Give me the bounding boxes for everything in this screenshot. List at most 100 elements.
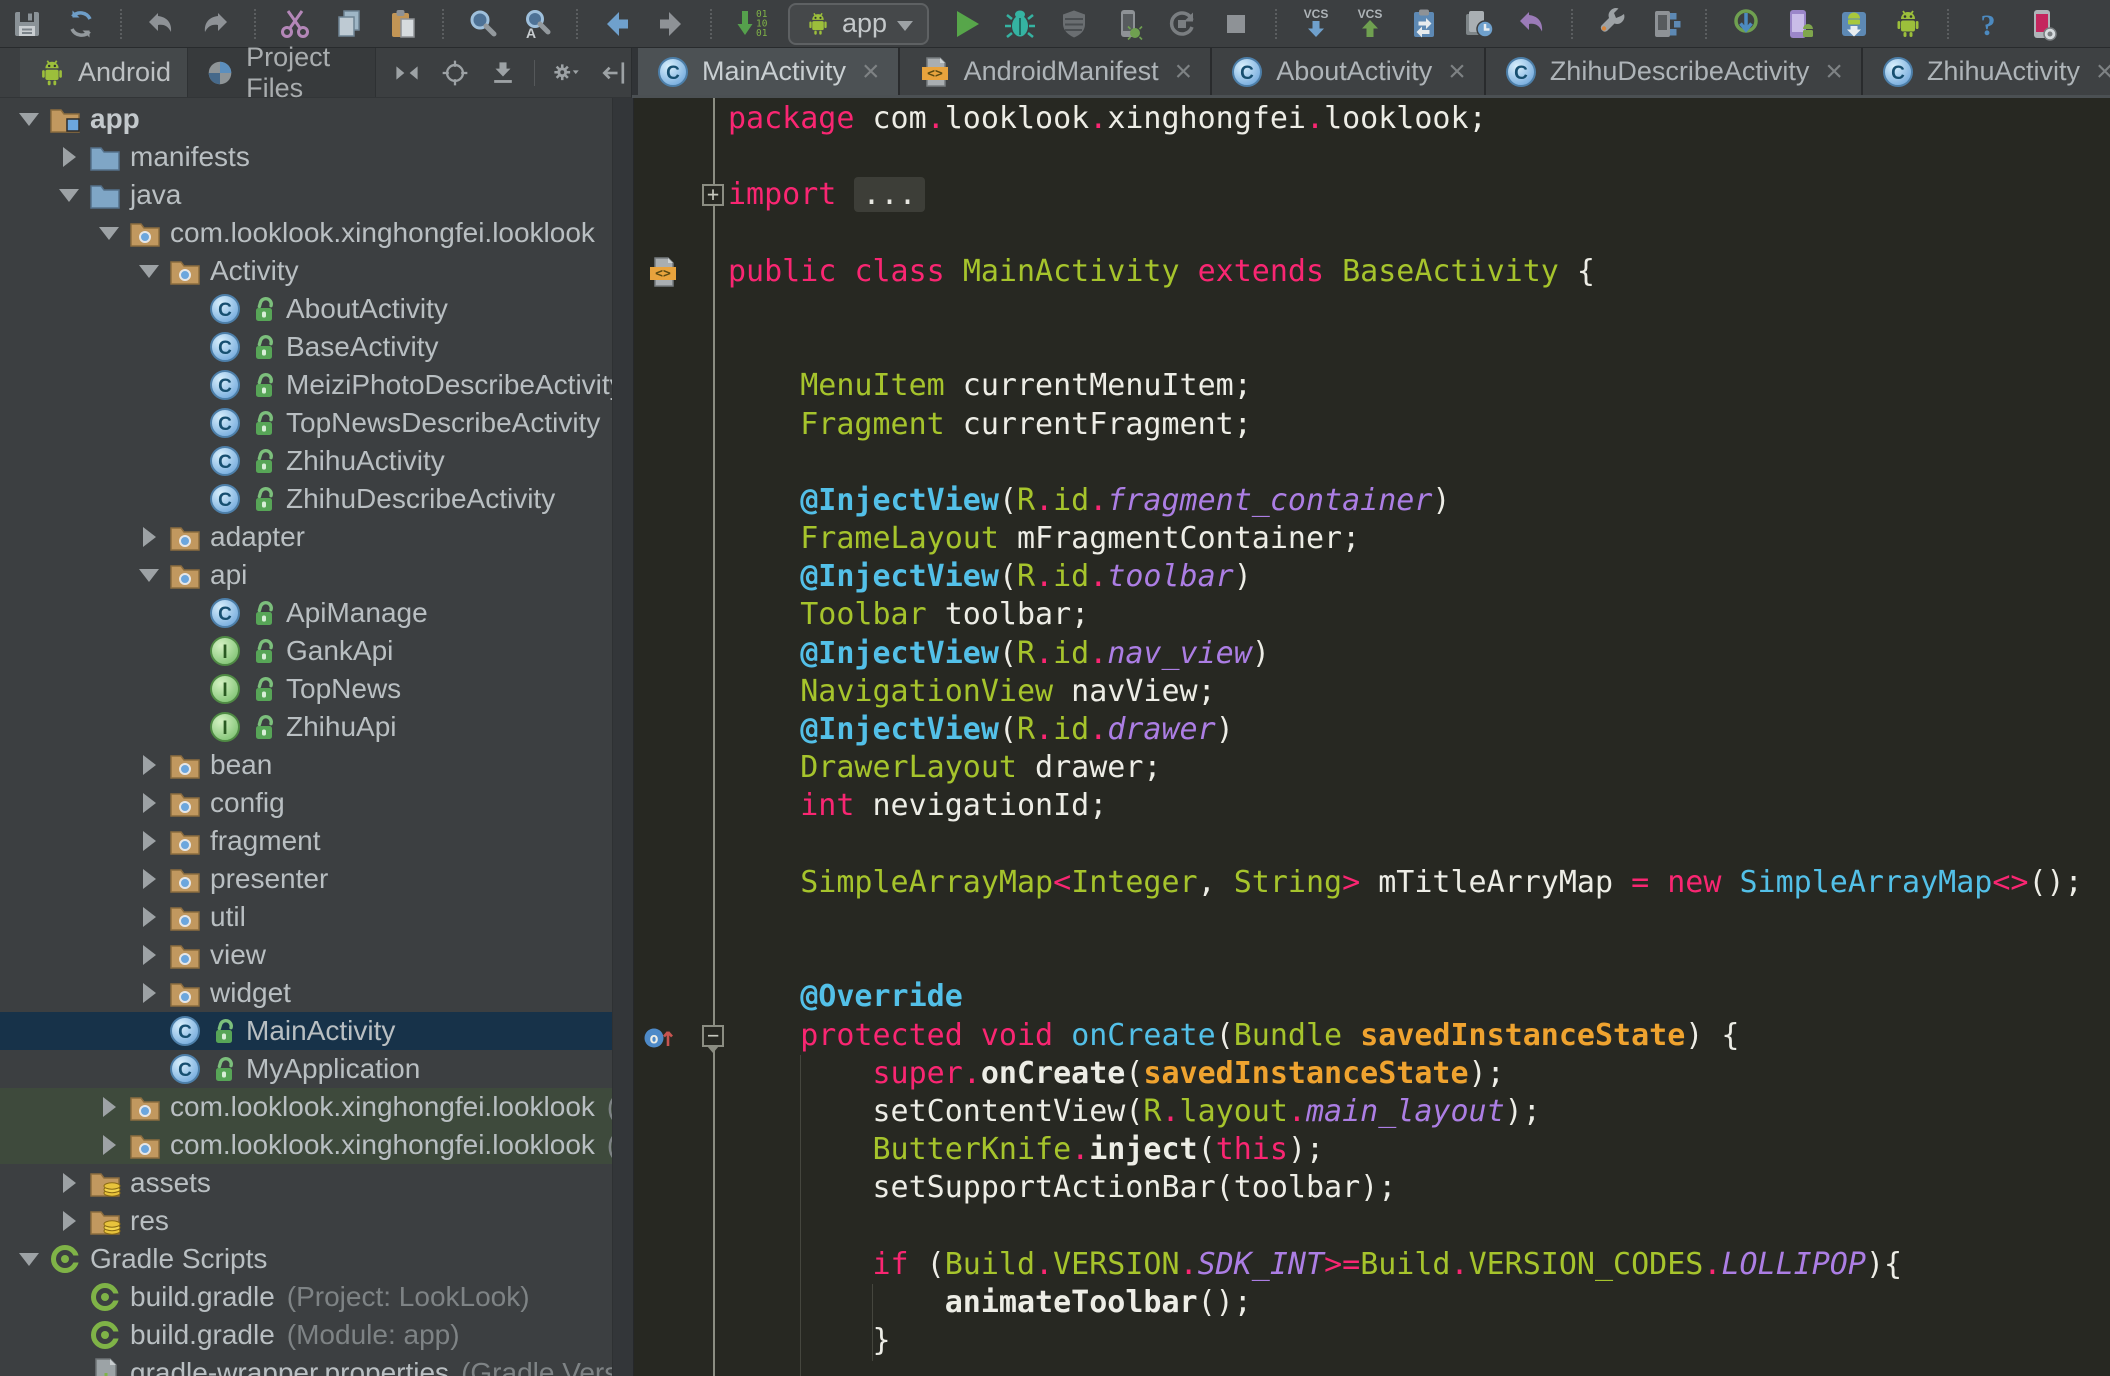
code-line[interactable]: int nevigationId; — [634, 787, 2110, 825]
debug-icon[interactable] — [1003, 7, 1037, 41]
tree-item-GankApi[interactable]: I GankApi — [0, 632, 612, 670]
tree-item-api[interactable]: api — [0, 556, 612, 594]
code-line[interactable]: FrameLayout mFragmentContainer; — [634, 520, 2110, 558]
code-line[interactable]: @InjectView(R.id.drawer) — [634, 711, 2110, 749]
code-line[interactable]: @InjectView(R.id.toolbar) — [634, 558, 2110, 596]
fold-collapse-icon[interactable]: − — [702, 1024, 724, 1053]
code-line[interactable]: Toolbar toolbar; — [634, 596, 2110, 634]
settings-gear-icon[interactable] — [549, 56, 583, 90]
code-line[interactable]: setSupportActionBar(toolbar); — [634, 1169, 2110, 1207]
code-line[interactable]: Fragment currentFragment; — [634, 406, 2110, 444]
code-line[interactable] — [634, 444, 2110, 482]
tree-item-Gradle-Scripts[interactable]: Gradle Scripts — [0, 1240, 612, 1278]
tree-expand-right-icon[interactable] — [130, 983, 168, 1003]
tree-item-com.looklook.xinghongfei.looklook[interactable]: com.looklook.xinghongfei.looklook — [0, 214, 612, 252]
code-line[interactable] — [634, 215, 2110, 253]
code-area[interactable]: package com.looklook.xinghongfei.lookloo… — [634, 98, 2110, 1360]
help-icon[interactable]: ? — [1971, 7, 2005, 41]
code-line[interactable]: NavigationView navView; — [634, 673, 2110, 711]
sdk-manager-icon[interactable] — [1837, 7, 1871, 41]
code-line[interactable]: MenuItem currentMenuItem; — [634, 367, 2110, 405]
undo-icon[interactable] — [144, 7, 178, 41]
code-line[interactable]: public class MainActivity extends BaseAc… — [634, 253, 2110, 291]
code-line[interactable] — [634, 902, 2110, 940]
code-line[interactable]: @InjectView(R.id.nav_view) — [634, 635, 2110, 673]
fold-expand-icon[interactable]: + — [702, 184, 724, 207]
code-line[interactable]: animateToolbar(); — [634, 1284, 2110, 1322]
tree-expand-down-icon[interactable] — [10, 112, 48, 126]
tree-item-BaseActivity[interactable]: C BaseActivity — [0, 328, 612, 366]
code-line[interactable]: setContentView(R.layout.main_layout); — [634, 1093, 2110, 1131]
tree-item-MyApplication[interactable]: C MyApplication — [0, 1050, 612, 1088]
tree-item-presenter[interactable]: presenter — [0, 860, 612, 898]
tree-item-ZhihuApi[interactable]: I ZhihuApi — [0, 708, 612, 746]
tree-item-TopNews[interactable]: I TopNews — [0, 670, 612, 708]
revert-icon[interactable] — [1515, 7, 1549, 41]
run-configuration-select[interactable]: app — [788, 2, 930, 45]
code-line[interactable] — [634, 329, 2110, 367]
back-icon[interactable] — [600, 7, 634, 41]
tree-expand-down-icon[interactable] — [50, 188, 88, 202]
close-icon[interactable]: × — [1175, 56, 1193, 87]
code-line[interactable]: SimpleArrayMap<Integer, String> mTitleAr… — [634, 864, 2110, 902]
tree-item-Activity[interactable]: Activity — [0, 252, 612, 290]
save-icon[interactable] — [10, 7, 44, 41]
vcs-commit-icon[interactable]: VCS — [1353, 7, 1387, 41]
tree-expand-right-icon[interactable] — [130, 831, 168, 851]
code-line[interactable]: ButterKnife.inject(this); — [634, 1131, 2110, 1169]
tree-item-config[interactable]: config — [0, 784, 612, 822]
tree-expand-right-icon[interactable] — [130, 945, 168, 965]
collapse-all-icon[interactable] — [486, 56, 520, 90]
replace-icon[interactable]: A — [520, 7, 554, 41]
tree-expand-right-icon[interactable] — [90, 1097, 128, 1117]
tree-item-com.looklook.xinghongfei.looklook[interactable]: com.looklook.xinghongfei.looklook(test) — [0, 1126, 612, 1164]
tree-item-fragment[interactable]: fragment — [0, 822, 612, 860]
tree-expand-down-icon[interactable] — [130, 264, 168, 278]
code-line[interactable]: DrawerLayout drawer; — [634, 749, 2110, 787]
make-project-icon[interactable]: 01 10 01 — [734, 7, 768, 41]
settings-wrench-icon[interactable] — [1595, 7, 1629, 41]
editor-tab-AndroidManifest[interactable]: <> AndroidManifest × — [899, 48, 1213, 95]
vcs-update-icon[interactable]: VCS — [1299, 7, 1333, 41]
cut-icon[interactable] — [278, 7, 312, 41]
code-line[interactable]: @InjectView(R.id.fragment_container) — [634, 482, 2110, 520]
run-icon[interactable] — [949, 7, 983, 41]
code-line[interactable]: if (Build.VERSION.SDK_INT>=Build.VERSION… — [634, 1246, 2110, 1284]
tree-item-build.gradle[interactable]: build.gradle (Module: app) — [0, 1316, 612, 1354]
code-line[interactable] — [634, 1207, 2110, 1245]
tree-item-adapter[interactable]: adapter — [0, 518, 612, 556]
attach-debugger-icon[interactable] — [1111, 7, 1145, 41]
project-view-tab-android[interactable]: Android — [20, 48, 188, 97]
project-view-tab-project-files[interactable]: Project Files — [187, 42, 376, 103]
editor-tab-MainActivity[interactable]: C MainActivity × — [638, 48, 900, 95]
sync-icon[interactable] — [64, 7, 98, 41]
code-line[interactable]: package com.looklook.xinghongfei.lookloo… — [634, 100, 2110, 138]
project-structure-icon[interactable] — [1649, 7, 1683, 41]
tree-item-view[interactable]: view — [0, 936, 612, 974]
code-line[interactable]: @Override — [634, 978, 2110, 1016]
project-tree[interactable]: app manifests java com.looklook.xinghongfei… — [0, 98, 612, 1376]
code-line[interactable] — [634, 826, 2110, 864]
tree-item-java[interactable]: java — [0, 176, 612, 214]
tree-item-TopNewsDescribeActivity[interactable]: C TopNewsDescribeActivity — [0, 404, 612, 442]
tree-item-res[interactable]: res — [0, 1202, 612, 1240]
tree-item-ZhihuActivity[interactable]: C ZhihuActivity — [0, 442, 612, 480]
tree-expand-down-icon[interactable] — [90, 226, 128, 240]
locate-icon[interactable] — [438, 56, 472, 90]
tree-item-ZhihuDescribeActivity[interactable]: C ZhihuDescribeActivity — [0, 480, 612, 518]
editor-tab-ZhihuDescribeActivity[interactable]: C ZhihuDescribeActivity × — [1485, 48, 1863, 95]
tree-expand-right-icon[interactable] — [50, 147, 88, 167]
forward-icon[interactable] — [654, 7, 688, 41]
close-icon[interactable]: × — [1825, 56, 1843, 87]
avd-manager-icon[interactable] — [1783, 7, 1817, 41]
split-view-icon[interactable] — [390, 56, 424, 90]
tree-item-util[interactable]: util — [0, 898, 612, 936]
hide-panel-icon[interactable] — [597, 56, 631, 90]
stop-icon[interactable] — [1219, 7, 1253, 41]
tree-item-bean[interactable]: bean — [0, 746, 612, 784]
editor-tab-AboutActivity[interactable]: C AboutActivity × — [1212, 48, 1486, 95]
copy-icon[interactable] — [332, 7, 366, 41]
tree-expand-right-icon[interactable] — [90, 1135, 128, 1155]
tree-item-ApiManage[interactable]: C ApiManage — [0, 594, 612, 632]
rerun-icon[interactable] — [1165, 7, 1199, 41]
